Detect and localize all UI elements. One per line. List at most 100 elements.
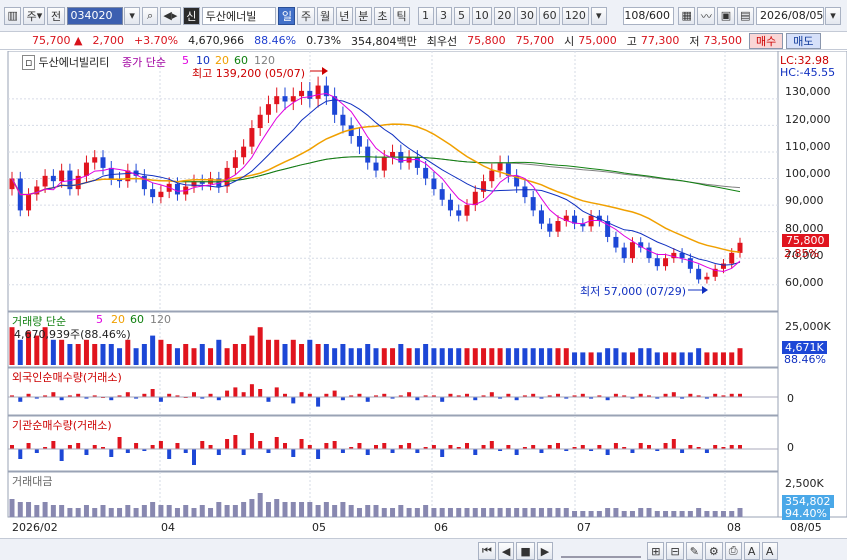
amount-bar [729,511,735,517]
font-large-icon[interactable]: A [761,542,778,560]
tab-week[interactable]: 주 [297,6,315,25]
candle-body [547,223,553,232]
inst-bar [365,449,370,455]
settings-icon[interactable]: ⚙ [704,542,723,560]
tab-year[interactable]: 년 [335,6,353,25]
market-select[interactable]: 주 ▾ [23,6,46,25]
date-field[interactable]: 2026/08/05 [756,6,825,25]
inst-bar [597,445,602,449]
pref-label: 최우선 [426,34,458,48]
tools-icon[interactable]: ✎ [685,542,703,560]
volume-bar [687,352,693,365]
grid-icon[interactable]: ▦ [678,6,696,25]
inst-bar [688,445,693,449]
tick-3[interactable]: 3 [435,6,452,25]
amount-bar [530,508,536,517]
amount-panel-title: 거래대금 [12,475,53,488]
tick-60[interactable]: 60 [539,6,560,25]
amount-bar [150,502,156,517]
inst-bar [26,443,31,449]
panel-box-icon[interactable]: ▫ [22,55,36,70]
amount-bar [208,508,214,517]
tab-tick[interactable]: 틱 [393,6,411,25]
stock-code-input[interactable]: 034020 [66,6,124,25]
first-icon[interactable]: ⏮ [478,542,496,560]
tab-second[interactable]: 초 [373,6,392,25]
zoom-icon[interactable]: ⊞ [647,542,665,560]
volume-bar [59,339,65,365]
inst-bar [208,445,213,449]
candle-body [290,96,296,102]
prev-icon[interactable]: ◀ [497,542,515,560]
stop-icon[interactable]: ■ [516,542,535,560]
inst-bar [539,449,544,453]
period-select[interactable]: 전 [47,6,65,25]
zoom-slider[interactable] [561,542,642,558]
tab-minute[interactable]: 분 [354,6,372,25]
count-field[interactable]: 108/600 [623,6,675,25]
volume-bar [423,344,429,365]
chart-area[interactable]: ▫ 두산에너빌리티 종가 단순 5 10 20 60 120 최고 139,200… [0,51,847,560]
layout-icon[interactable]: ▥ [4,6,22,25]
candle-body [629,242,635,259]
buy-button[interactable]: 매수 [749,32,784,49]
amount-bar [696,508,702,517]
sell-button[interactable]: 매도 [786,32,821,49]
volume-bar [150,335,156,365]
tick-30[interactable]: 30 [516,6,538,25]
next-icon[interactable]: ▶ [536,542,554,560]
search-icon[interactable]: ⌕ [142,6,159,25]
volume-bar [332,348,338,365]
date-dropdown-icon[interactable]: ▾ [825,6,842,25]
foreign-bar [241,392,246,397]
print-icon[interactable]: ⎙ [724,542,742,560]
inst-bar [340,449,345,453]
amount-bar [398,505,404,517]
volume-bar [348,348,354,365]
inst-bar [431,445,436,449]
xaxis-label-2: 05 [312,521,326,534]
tick-1[interactable]: 1 [417,6,434,25]
axis-120000: 120,000 [785,113,831,126]
inst-bar [175,443,180,449]
sound-icon[interactable]: ◀▸ [160,6,181,25]
candle-body [108,167,114,179]
volume-bar [588,352,594,365]
candle-body [687,258,693,269]
tick-120[interactable]: 120 [561,6,589,25]
tab-month[interactable]: 월 [316,6,334,25]
tick-20[interactable]: 20 [494,6,515,25]
axis-60000: 60,000 [785,276,824,289]
high-label: 고 [626,34,637,48]
wave-icon[interactable]: 〰 [697,6,716,25]
font-small-icon[interactable]: A [743,542,760,560]
volume-bar [398,344,404,365]
save-icon[interactable]: ▣ [717,6,735,25]
bid-price: 75,700 [515,34,555,47]
volume-bar [505,348,511,365]
amount-value: 354,804백만 [351,34,417,48]
volume-bar [208,348,214,365]
candle-body [365,146,371,163]
amount-bar [390,508,396,517]
tick-10[interactable]: 10 [471,6,493,25]
candle-body [654,258,660,267]
amount-bar [34,505,40,517]
tick-5[interactable]: 5 [453,6,470,25]
foreign-bar [51,392,56,397]
amount-bar [605,508,611,517]
amount-bar [183,505,189,517]
amount-bar [216,502,222,517]
tick-dropdown-icon[interactable]: ▾ [590,6,607,25]
fit-icon[interactable]: ⊟ [666,542,684,560]
volume-bar [166,344,172,365]
chart-canvas[interactable] [0,51,847,538]
amount-bar [580,511,586,517]
tab-day[interactable]: 일 [278,6,296,25]
inst-bar [158,441,163,449]
foreign-bar [150,389,155,397]
code-dropdown-icon[interactable]: ▾ [124,6,141,25]
inst-bar [638,443,643,449]
candle-body [265,104,271,115]
calendar-icon[interactable]: ▤ [736,6,755,25]
